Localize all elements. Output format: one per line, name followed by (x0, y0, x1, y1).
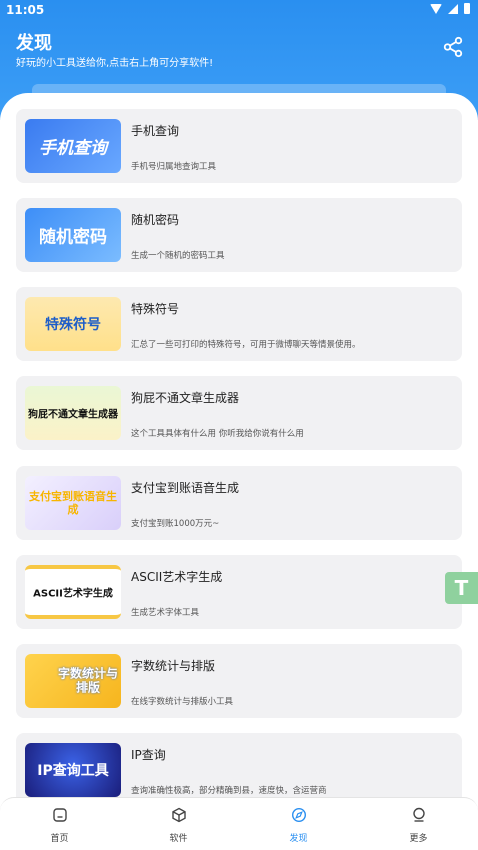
tool-card-alipay-voice[interactable]: 支付宝到账语音生成 支付宝到账语音生成 支付宝到账1000万元~ (16, 466, 462, 540)
user-icon (412, 807, 425, 822)
float-text-button[interactable]: T (445, 572, 478, 604)
bottom-nav: 首页 软件 发现 更多 (0, 797, 478, 850)
tool-thumbnail: IP查询工具 (25, 743, 121, 797)
tool-card-special-symbols[interactable]: 特殊符号 特殊符号 汇总了一些可打印的特殊符号，可用于微博聊天等情景使用。 (16, 287, 462, 361)
tool-title: 字数统计与排版 (131, 659, 216, 673)
tool-title: 随机密码 (131, 213, 180, 227)
tool-card-article-generator[interactable]: 狗屁不通文章生成器 狗屁不通文章生成器 这个工具具体有什么用 你听我给你说有什么… (16, 376, 462, 450)
tool-desc: 手机号归属地查询工具 (131, 162, 217, 172)
signal-icon (448, 3, 458, 14)
tool-thumbnail: 特殊符号 (25, 297, 121, 351)
tool-desc: 生成艺术字体工具 (131, 608, 200, 618)
box-icon (171, 807, 186, 823)
tool-title: 特殊符号 (131, 302, 180, 316)
tool-thumbnail: 狗屁不通文章生成器 (25, 386, 121, 440)
tool-thumbnail: 字数统计与排版 (25, 654, 121, 708)
tool-thumbnail: 支付宝到账语音生成 (25, 476, 121, 530)
home-icon (52, 808, 67, 822)
tool-title: 支付宝到账语音生成 (131, 481, 240, 495)
status-time: 11:05 (6, 3, 45, 17)
nav-label: 首页 (50, 834, 69, 844)
nav-label: 发现 (289, 834, 308, 844)
tool-card-word-count[interactable]: 字数统计与排版 字数统计与排版 在线字数统计与排版小工具 (16, 644, 462, 718)
tool-desc: 查询准确性极高，部分精确到县，速度快，含运营商 (131, 786, 327, 796)
nav-software[interactable]: 软件 (119, 798, 238, 850)
share-icon[interactable] (442, 36, 464, 58)
compass-icon (291, 807, 306, 823)
tool-title: 狗屁不通文章生成器 (131, 391, 240, 405)
nav-label: 软件 (169, 834, 188, 844)
tool-title: 手机查询 (131, 124, 180, 138)
tool-desc: 在线字数统计与排版小工具 (131, 697, 234, 707)
page-title: 发现 (16, 33, 52, 54)
battery-icon (464, 3, 470, 14)
nav-home[interactable]: 首页 (0, 798, 119, 850)
page-subtitle: 好玩的小工具送给你,点击右上角可分享软件! (16, 58, 214, 69)
tool-title: ASCII艺术字生成 (131, 570, 223, 584)
nav-more[interactable]: 更多 (359, 798, 478, 850)
tool-thumbnail: 手机查询 (25, 119, 121, 173)
tool-desc: 汇总了一些可打印的特殊符号，可用于微博聊天等情景使用。 (131, 340, 361, 350)
tool-thumbnail: ASCII艺术字生成 (25, 565, 121, 619)
tool-card-phone-lookup[interactable]: 手机查询 手机查询 手机号归属地查询工具 (16, 109, 462, 183)
status-bar: 11:05 (0, 0, 478, 20)
tool-card-random-password[interactable]: 随机密码 随机密码 生成一个随机的密码工具 (16, 198, 462, 272)
tool-card-ascii-art[interactable]: ASCII艺术字生成 ASCII艺术字生成 生成艺术字体工具 (16, 555, 462, 629)
tool-desc: 支付宝到账1000万元~ (131, 519, 220, 529)
nav-discover[interactable]: 发现 (239, 798, 358, 850)
tool-desc: 生成一个随机的密码工具 (131, 251, 225, 261)
tool-title: IP查询 (131, 748, 166, 762)
tool-thumbnail: 随机密码 (25, 208, 121, 262)
tool-card-ip-lookup[interactable]: IP查询工具 IP查询 查询准确性极高，部分精确到县，速度快，含运营商 (16, 733, 462, 807)
tool-desc: 这个工具具体有什么用 你听我给你说有什么用 (131, 429, 304, 439)
nav-label: 更多 (409, 834, 428, 844)
wifi-icon (430, 3, 442, 14)
status-icons (430, 3, 470, 14)
